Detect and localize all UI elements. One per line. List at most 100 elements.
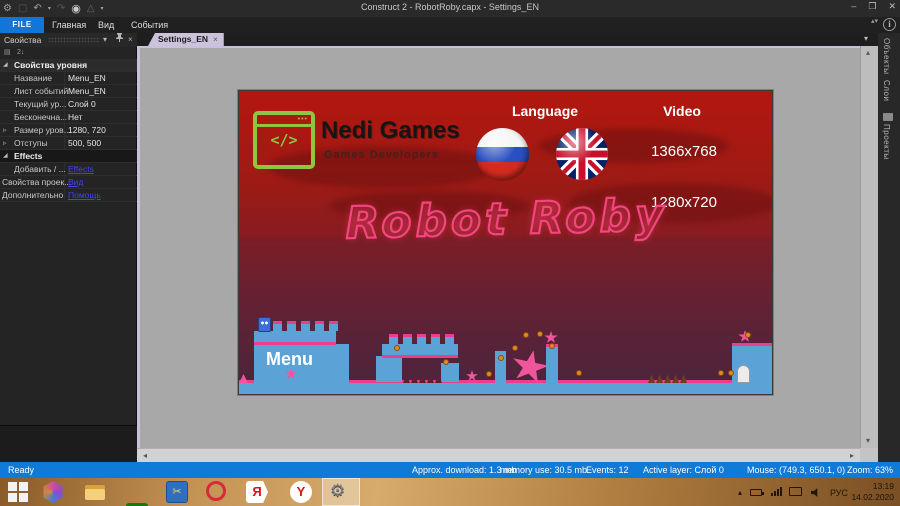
clock[interactable]: 13:19 14.02.2020: [851, 481, 894, 503]
taskbar-yandex-browser-icon[interactable]: Y: [290, 481, 312, 503]
scroll-left-icon[interactable]: ◂: [143, 450, 147, 462]
uk-flag-graphic: [556, 128, 608, 180]
platform-column: [546, 344, 558, 383]
property-row[interactable]: ▹ Отступы 500, 500: [0, 137, 137, 150]
scroll-up-icon[interactable]: ▴: [866, 47, 870, 59]
taskbar-paint3d-icon[interactable]: [43, 481, 63, 503]
ribbon-tab-bar: FILE Главная Вид События ▴▾ i: [0, 17, 900, 33]
resolution-option-1366[interactable]: 1366x768: [642, 143, 726, 160]
panel-pin-icon[interactable]: [116, 33, 123, 47]
taskbar-yandex-icon[interactable]: Я: [246, 481, 268, 503]
platform-column: [376, 356, 402, 382]
coin: [512, 345, 518, 351]
scroll-right-icon[interactable]: ▸: [850, 450, 854, 462]
logo-title[interactable]: Nedi Games: [321, 117, 460, 145]
property-row[interactable]: Бесконечна... Нет: [0, 111, 137, 124]
video-header[interactable]: Video: [642, 103, 722, 119]
taskbar-construct2-gear-icon[interactable]: ⚙: [330, 481, 345, 501]
coin: [486, 371, 492, 377]
coin: [728, 370, 734, 376]
taskbar-explorer-icon[interactable]: [84, 481, 106, 503]
sort-icon[interactable]: 2↓: [17, 47, 24, 59]
tab-objects[interactable]: Объекты: [882, 38, 891, 75]
property-value[interactable]: Menu_EN: [68, 72, 106, 85]
exit-door: [737, 365, 750, 383]
network-signal-icon[interactable]: [771, 487, 782, 496]
time: 13:19: [872, 481, 894, 491]
help-link[interactable]: Помощь: [68, 189, 101, 202]
speaker-icon[interactable]: [811, 488, 818, 497]
logo-window-dots: •••: [297, 116, 308, 123]
nedi-games-logo-icon[interactable]: ••• </>: [253, 111, 315, 169]
close-button[interactable]: ✕: [888, 1, 896, 12]
language-indicator[interactable]: РУС: [830, 488, 848, 498]
game-layout-frame[interactable]: ••• </> Nedi Games Games Developers Lang…: [238, 90, 773, 395]
russian-flag-button[interactable]: [476, 128, 529, 181]
property-value[interactable]: Нет: [68, 111, 82, 124]
spikes: [403, 374, 442, 383]
status-bar: Ready Approx. download: 1.3 mb memory us…: [0, 462, 900, 478]
enemy-sprite: [258, 317, 271, 332]
ribbon-tab-view[interactable]: Вид: [98, 17, 114, 33]
property-value[interactable]: 500, 500: [68, 137, 101, 150]
vertical-scrollbar[interactable]: ▴ ▾: [860, 46, 878, 448]
taskbar-opera-icon[interactable]: [206, 481, 226, 501]
property-value[interactable]: Слой 0: [68, 98, 96, 111]
panel-dropdown-icon[interactable]: ▾: [103, 33, 107, 47]
effects-link[interactable]: Effects: [68, 163, 94, 176]
collapse-icon: ◢: [3, 153, 8, 159]
tab-layers[interactable]: Слои: [882, 80, 891, 101]
categorize-icon[interactable]: ▤: [4, 47, 11, 59]
language-header[interactable]: Language: [505, 103, 585, 119]
project-properties-link[interactable]: Вид: [68, 176, 83, 189]
property-row[interactable]: Название Menu_EN: [0, 72, 137, 85]
panel-drag-texture: [48, 37, 100, 43]
horizontal-scrollbar[interactable]: ◂ ▸: [137, 448, 860, 462]
property-section[interactable]: ◢ Свойства уровня: [0, 59, 137, 72]
property-row[interactable]: Дополнительно Помощь: [0, 189, 137, 202]
expand-icon[interactable]: ▹: [3, 124, 7, 137]
section-label: Свойства уровня: [14, 60, 88, 70]
panel-footer: [0, 425, 137, 462]
display-icon[interactable]: [789, 487, 802, 496]
ribbon-tab-home[interactable]: Главная: [52, 17, 86, 33]
tab-settings-en[interactable]: Settings_EN ×: [148, 33, 224, 46]
status-memory: memory use: 30.5 mb: [500, 465, 588, 475]
ribbon-tab-events[interactable]: События: [131, 17, 168, 33]
restore-button[interactable]: ❐: [868, 1, 876, 12]
castle-battlements: [389, 334, 454, 344]
minimize-button[interactable]: –: [851, 1, 856, 12]
property-row[interactable]: Текущий ур... Слой 0: [0, 98, 137, 111]
coin: [394, 345, 400, 351]
property-row[interactable]: Свойства проек... Вид: [0, 176, 137, 189]
panel-close-icon[interactable]: ×: [128, 33, 133, 47]
uk-flag-button[interactable]: [556, 128, 608, 180]
property-label: Размер уров...: [14, 125, 71, 135]
file-menu-button[interactable]: FILE: [0, 17, 44, 33]
tab-close-icon[interactable]: ×: [213, 35, 218, 44]
property-section[interactable]: ◢ Effects: [0, 150, 137, 163]
property-label: Текущий ур...: [14, 99, 67, 109]
tray-expand-icon[interactable]: ▴: [738, 488, 742, 497]
logo-subtitle: Games Developers: [324, 149, 440, 161]
property-row[interactable]: Лист событий Menu_EN: [0, 85, 137, 98]
tab-projects[interactable]: Проекты: [882, 124, 891, 160]
taskbar-snipping-icon[interactable]: ✂: [166, 481, 188, 503]
property-value[interactable]: Menu_EN: [68, 85, 106, 98]
code-icon: </>: [270, 131, 298, 149]
menu-button[interactable]: Menu: [266, 349, 313, 370]
expand-icon[interactable]: ▹: [3, 137, 7, 150]
tab-list-dropdown-icon[interactable]: ▾: [864, 34, 868, 43]
about-info-icon[interactable]: i: [883, 18, 896, 31]
start-button[interactable]: [7, 481, 29, 503]
property-value[interactable]: 1280, 720: [68, 124, 106, 137]
game-title[interactable]: Robot Roby: [239, 187, 772, 252]
coin: [718, 370, 724, 376]
status-active-layer: Active layer: Слой 0: [643, 465, 724, 475]
property-row[interactable]: Добавить / ... Effects: [0, 163, 137, 176]
scroll-down-icon[interactable]: ▾: [866, 435, 870, 447]
coin: [523, 332, 529, 338]
ribbon-collapse-icon[interactable]: ▴▾: [871, 18, 878, 25]
property-row[interactable]: ▹ Размер уров... 1280, 720: [0, 124, 137, 137]
battery-icon[interactable]: [750, 489, 764, 496]
